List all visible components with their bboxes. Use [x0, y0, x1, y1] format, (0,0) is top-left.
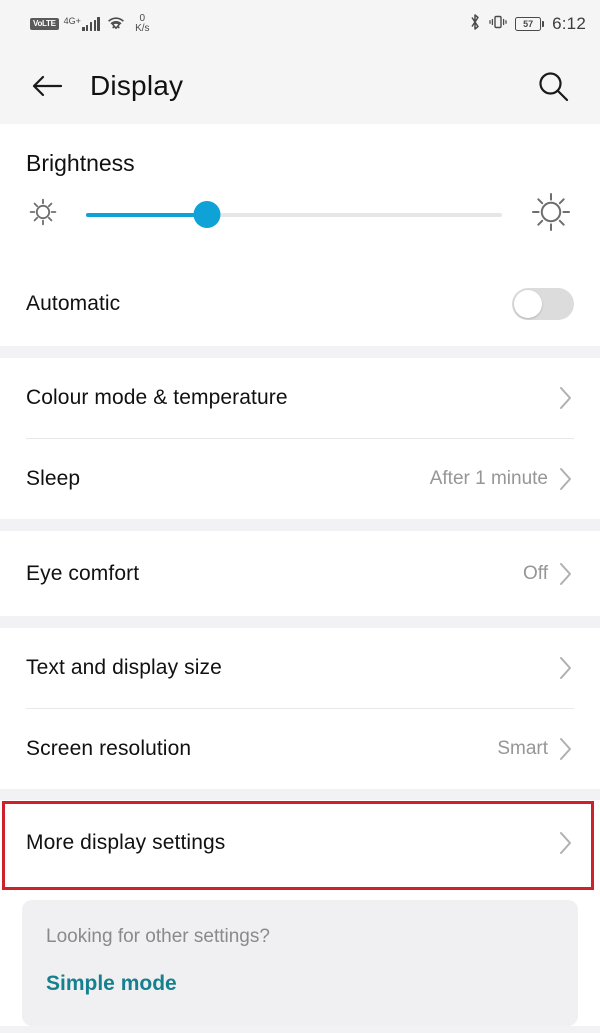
data-speed-unit: K/s: [135, 23, 150, 34]
brightness-slider[interactable]: [86, 201, 502, 228]
app-bar: Display: [0, 48, 600, 124]
settings-group-3: Text and display size Screen resolution …: [0, 628, 600, 789]
volte-icon: VoLTE: [30, 18, 59, 30]
vibrate-icon: [489, 14, 507, 35]
search-icon[interactable]: [532, 65, 574, 107]
row-label: More display settings: [26, 831, 226, 854]
brightness-title: Brightness: [26, 150, 135, 176]
page-title: Display: [90, 70, 184, 101]
section-gap: [0, 519, 600, 531]
row-more-display-settings[interactable]: More display settings: [0, 800, 600, 886]
chevron-right-icon: [560, 468, 571, 490]
cellular-signal-icon: 4G+: [63, 16, 101, 31]
clock-label: 6:12: [552, 14, 586, 33]
status-bar-right: 57 6:12: [469, 13, 586, 36]
status-bar-left: VoLTE 4G+ 0 K/s: [30, 13, 150, 35]
row-screen-resolution[interactable]: Screen resolution Smart: [0, 709, 600, 789]
section-gap: [0, 346, 600, 358]
chevron-right-icon: [560, 832, 571, 854]
row-right: [548, 830, 574, 856]
settings-group-2: Eye comfort Off: [0, 531, 600, 616]
other-settings-card: Looking for other settings? Simple mode: [22, 900, 578, 1026]
toggle-knob: [514, 290, 542, 318]
slider-fill: [86, 212, 207, 217]
row-eye-comfort[interactable]: Eye comfort Off: [0, 531, 600, 616]
bluetooth-icon: [469, 13, 481, 36]
row-label: Eye comfort: [26, 561, 140, 585]
sun-small-icon: [26, 195, 60, 234]
chevron-right-icon: [560, 738, 571, 760]
row-right: After 1 minute: [430, 466, 574, 492]
settings-group-1: Colour mode & temperature Sleep After 1 …: [0, 358, 600, 519]
section-gap: [0, 616, 600, 628]
battery-percent-label: 57: [523, 18, 534, 29]
network-type-label: 4G+: [63, 16, 81, 26]
automatic-toggle[interactable]: [512, 288, 574, 320]
row-right: Off: [523, 561, 574, 587]
section-gap: [0, 789, 600, 800]
row-value: After 1 minute: [429, 468, 548, 489]
status-bar: VoLTE 4G+ 0 K/s 57 6:12: [0, 0, 600, 48]
simple-mode-link[interactable]: Simple mode: [46, 972, 554, 996]
automatic-brightness-row[interactable]: Automatic: [0, 262, 600, 346]
row-label: Sleep: [26, 467, 81, 490]
wifi-icon: [105, 14, 127, 35]
row-label: Colour mode & temperature: [26, 386, 288, 409]
row-right: [548, 385, 574, 411]
settings-group-4: More display settings: [0, 800, 600, 886]
row-value: Smart: [497, 738, 548, 759]
row-label: Screen resolution: [26, 737, 192, 760]
footer-section: Looking for other settings? Simple mode: [0, 886, 600, 1026]
battery-icon: 57: [515, 17, 545, 31]
sun-large-icon: [528, 189, 574, 240]
automatic-label: Automatic: [26, 292, 121, 315]
data-speed-indicator: 0 K/s: [135, 13, 150, 35]
row-label: Text and display size: [26, 656, 222, 679]
row-text-and-display-size[interactable]: Text and display size: [0, 628, 600, 708]
display-settings-screen: VoLTE 4G+ 0 K/s 57 6:12 Display Brightne…: [0, 0, 600, 1033]
row-colour-mode-temperature[interactable]: Colour mode & temperature: [0, 358, 600, 438]
other-settings-question: Looking for other settings?: [46, 926, 270, 947]
brightness-slider-row: [0, 177, 600, 262]
slider-thumb[interactable]: [193, 201, 221, 228]
row-right: Smart: [497, 736, 574, 762]
row-right: [548, 655, 574, 681]
signal-bars-icon: [81, 17, 101, 31]
row-value: Off: [523, 562, 548, 584]
chevron-right-icon: [560, 562, 571, 585]
chevron-right-icon: [560, 657, 571, 679]
back-arrow-icon[interactable]: [26, 65, 68, 107]
row-sleep[interactable]: Sleep After 1 minute: [0, 439, 600, 519]
chevron-right-icon: [560, 387, 571, 409]
brightness-section: Brightness Automatic: [0, 124, 600, 346]
